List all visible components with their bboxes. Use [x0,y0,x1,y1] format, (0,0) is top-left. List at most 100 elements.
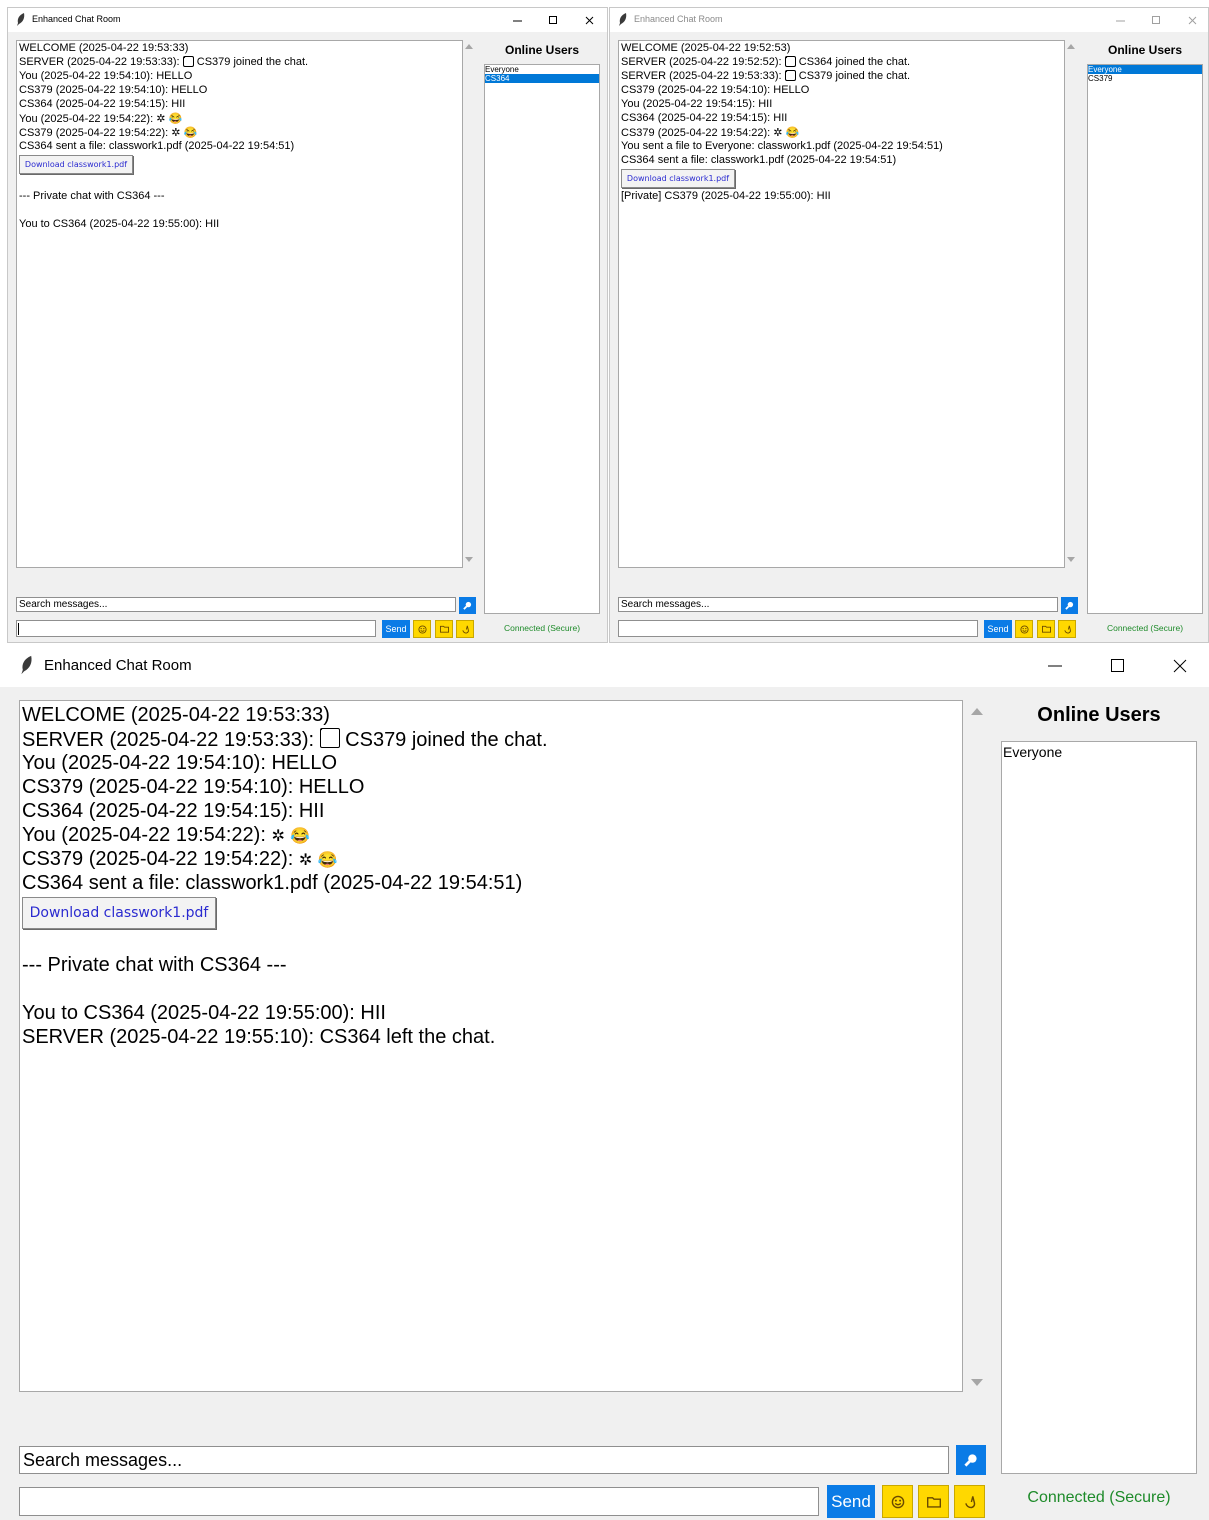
window-title: Enhanced Chat Room [634,14,723,24]
smiley-icon [891,1495,904,1508]
chat-message: WELCOME (2025-04-22 19:53:33) [22,704,330,726]
smiley-icon [1019,624,1029,634]
chat-message: CS379 (2025-04-22 19:54:10): HELLO [621,84,810,96]
scroll-down-arrow[interactable] [971,1379,983,1386]
minimize-button[interactable] [506,8,528,32]
sparkle-icon: ✲ [156,113,166,125]
online-users-list[interactable]: Everyone CS364 [484,64,600,614]
magnifier-icon [463,601,472,610]
user-item-everyone[interactable]: Everyone [1003,744,1196,760]
online-users-title: Online Users [1037,704,1161,726]
chat-message: WELCOME (2025-04-22 19:52:53) [621,42,791,54]
chat-window-3: Enhanced Chat Room WELCOME (2025-04-22 1… [0,645,1209,1520]
emoji-button[interactable] [882,1485,913,1518]
magnifier-icon [1065,601,1074,610]
scroll-up-arrow[interactable] [971,708,983,715]
other-action-button[interactable] [1058,620,1076,638]
message-input[interactable] [618,620,978,637]
chat-message: You to CS364 (2025-04-22 19:55:00): HII [19,218,220,230]
user-item-everyone[interactable]: Everyone [485,65,599,74]
search-button[interactable] [459,597,476,614]
file-button[interactable] [918,1485,949,1518]
search-input[interactable]: Search messages... [618,597,1058,612]
maximize-button[interactable] [542,8,564,32]
online-users-list[interactable]: Everyone [1001,741,1197,1474]
sparkle-icon: ✲ [773,127,783,139]
connection-status: Connected (Secure) [1106,623,1184,633]
sparkle-icon: ✲ [298,852,313,869]
send-button[interactable]: Send [382,620,410,638]
folder-icon [439,625,449,633]
close-button[interactable] [1181,8,1203,32]
other-action-button[interactable] [954,1485,985,1518]
chat-history[interactable]: WELCOME (2025-04-22 19:52:53) SERVER (20… [618,40,1065,568]
scroll-up-arrow[interactable] [1067,44,1075,49]
scroll-up-arrow[interactable] [465,44,473,49]
chat-message: CS364 sent a file: classwork1.pdf (2025-… [19,140,295,152]
download-button[interactable]: Download classwork1.pdf [621,169,735,188]
laughing-face-icon: 😂 [785,127,800,139]
chat-message: CS364 (2025-04-22 19:54:15): HII [621,112,788,124]
maximize-button[interactable] [1145,8,1167,32]
file-button[interactable] [1037,620,1055,638]
private-chat-header: --- Private chat with CS364 --- [19,190,165,202]
user-item-cs379[interactable]: CS379 [1088,74,1202,83]
download-button[interactable]: Download classwork1.pdf [19,155,133,174]
check-box-icon [784,56,796,67]
laughing-face-icon: 😂 [183,127,198,139]
send-button[interactable]: Send [984,620,1012,638]
scroll-down-arrow[interactable] [465,557,473,562]
minimize-button[interactable] [1040,645,1070,687]
other-action-button[interactable] [456,620,474,638]
search-button[interactable] [956,1445,986,1475]
search-input[interactable]: Search messages... [19,1446,949,1474]
search-button[interactable] [1061,597,1078,614]
message-input[interactable] [19,1487,819,1516]
feather-icon [16,13,26,31]
text-caret [18,623,19,635]
scroll-down-arrow[interactable] [1067,557,1075,562]
smiley-icon [417,624,427,634]
laughing-face-icon: 😂 [290,828,311,845]
chat-message: SERVER (2025-04-22 19:55:10): CS364 left… [22,1026,496,1048]
check-box-icon [319,728,340,748]
chat-message: You (2025-04-22 19:54:15): HII [621,98,773,110]
chat-message: SERVER (2025-04-22 19:53:33): CS379 join… [19,56,309,68]
chat-history[interactable]: WELCOME (2025-04-22 19:53:33) SERVER (20… [16,40,463,568]
chat-message: SERVER (2025-04-22 19:52:52): CS364 join… [621,56,911,68]
folder-icon [926,1496,941,1508]
close-button[interactable] [1165,645,1195,687]
chat-message: CS379 (2025-04-22 19:54:22): ✲ 😂 [621,127,800,139]
window-title: Enhanced Chat Room [44,657,192,674]
chat-message: [Private] CS379 (2025-04-22 19:55:00): H… [621,190,831,202]
search-input[interactable]: Search messages... [16,597,456,612]
emoji-button[interactable] [1015,620,1033,638]
download-button[interactable]: Download classwork1.pdf [22,897,216,929]
hand-icon [461,625,469,634]
connection-status: Connected (Secure) [503,623,581,633]
chat-message: You (2025-04-22 19:54:22): ✲ 😂 [22,824,311,846]
chat-message: You sent a file to Everyone: classwork1.… [621,140,943,152]
send-button[interactable]: Send [827,1485,875,1518]
chat-message: CS364 sent a file: classwork1.pdf (2025-… [22,872,523,894]
user-item-cs364[interactable]: CS364 [485,74,599,83]
sparkle-icon: ✲ [171,127,181,139]
online-users-list[interactable]: Everyone CS379 [1087,64,1203,614]
user-item-everyone[interactable]: Everyone [1088,65,1202,74]
chat-message: CS364 (2025-04-22 19:54:15): HII [22,800,325,822]
chat-message: CS364 (2025-04-22 19:54:15): HII [19,98,186,110]
close-button[interactable] [578,8,600,32]
maximize-button[interactable] [1103,645,1133,687]
online-users-title: Online Users [504,43,580,57]
feather-icon [20,655,34,680]
chat-message: SERVER (2025-04-22 19:53:33): CS379 join… [22,728,548,751]
laughing-face-icon: 😂 [317,852,338,869]
file-button[interactable] [435,620,453,638]
emoji-button[interactable] [413,620,431,638]
chat-message: SERVER (2025-04-22 19:53:33): CS379 join… [621,70,911,82]
message-input[interactable] [16,620,376,637]
title-bar: Enhanced Chat Room [610,8,1208,32]
minimize-button[interactable] [1109,8,1131,32]
chat-message: CS379 (2025-04-22 19:54:22): ✲ 😂 [19,127,198,139]
chat-history[interactable]: WELCOME (2025-04-22 19:53:33) SERVER (20… [19,700,963,1392]
